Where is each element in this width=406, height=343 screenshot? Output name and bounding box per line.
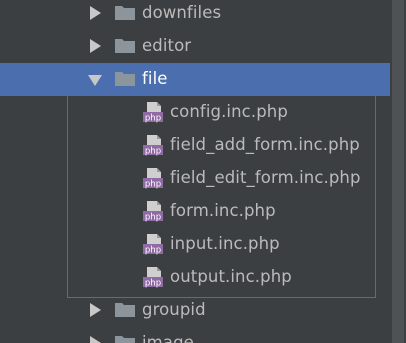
- php-file-icon: php: [143, 201, 163, 223]
- tree-item-label: input.inc.php: [170, 234, 280, 253]
- tree-file-field-edit-form-inc-php[interactable]: php field_edit_form.inc.php: [0, 162, 390, 195]
- php-badge-text: php: [145, 279, 161, 289]
- expand-arrow-icon[interactable]: [90, 336, 101, 343]
- tree-folder-file[interactable]: file: [0, 63, 390, 96]
- tree-item-label: editor: [142, 36, 192, 55]
- folder-icon: [115, 72, 135, 86]
- folder-icon: [115, 303, 135, 317]
- php-badge-text: php: [145, 246, 161, 256]
- php-badge-text: php: [145, 114, 161, 124]
- expand-arrow-icon[interactable]: [90, 6, 101, 20]
- project-tree: downfiles editor file php config.inc.php: [0, 0, 390, 343]
- tree-item-label: output.inc.php: [170, 267, 292, 286]
- tree-file-input-inc-php[interactable]: php input.inc.php: [0, 228, 390, 261]
- tree-folder-groupid[interactable]: groupid: [0, 294, 390, 327]
- php-badge-text: php: [145, 180, 161, 190]
- tree-item-label: downfiles: [142, 3, 222, 22]
- tree-item-label: file: [142, 69, 168, 88]
- tree-item-label: config.inc.php: [170, 102, 288, 121]
- tree-item-label: image: [142, 333, 194, 343]
- php-file-icon: php: [143, 102, 163, 124]
- tree-file-field-add-form-inc-php[interactable]: php field_add_form.inc.php: [0, 129, 390, 162]
- tree-file-config-inc-php[interactable]: php config.inc.php: [0, 96, 390, 129]
- tree-item-label: form.inc.php: [170, 201, 276, 220]
- tree-item-label: field_add_form.inc.php: [170, 135, 360, 154]
- tree-folder-image[interactable]: image: [0, 327, 390, 343]
- folder-icon: [115, 336, 135, 343]
- collapse-arrow-icon[interactable]: [88, 75, 102, 86]
- php-file-icon: php: [143, 267, 163, 289]
- tree-file-form-inc-php[interactable]: php form.inc.php: [0, 195, 390, 228]
- php-badge-text: php: [145, 147, 161, 157]
- expand-arrow-icon[interactable]: [90, 39, 101, 53]
- scrollbar-thumb[interactable]: [392, 0, 404, 343]
- php-badge-text: php: [145, 213, 161, 223]
- expand-arrow-icon[interactable]: [90, 303, 101, 317]
- php-file-icon: php: [143, 234, 163, 256]
- php-file-icon: php: [143, 168, 163, 190]
- tree-folder-downfiles[interactable]: downfiles: [0, 0, 390, 30]
- tree-item-label: field_edit_form.inc.php: [170, 168, 361, 187]
- tree-file-output-inc-php[interactable]: php output.inc.php: [0, 261, 390, 294]
- folder-icon: [115, 6, 135, 20]
- php-file-icon: php: [143, 135, 163, 157]
- folder-icon: [115, 39, 135, 53]
- tree-item-label: groupid: [142, 300, 206, 319]
- tree-folder-editor[interactable]: editor: [0, 30, 390, 63]
